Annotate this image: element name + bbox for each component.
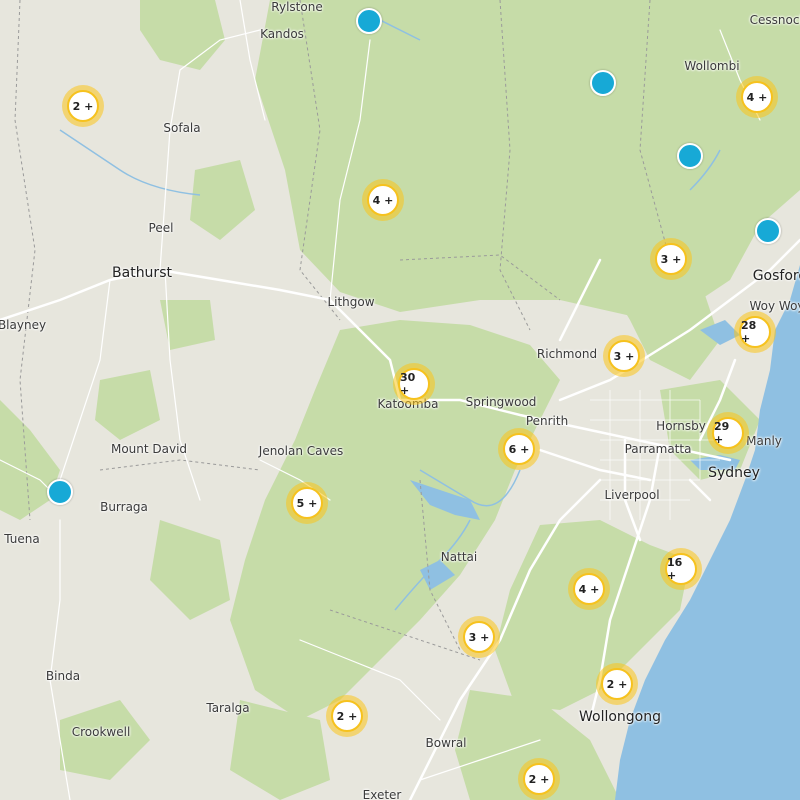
cluster-marker[interactable]: 2 + [326,695,368,737]
cluster-marker[interactable]: 5 + [286,482,328,524]
place-label-peel: Peel [148,221,174,235]
cluster-count: 3 + [655,243,687,275]
place-label-penrith: Penrith [525,414,569,428]
cluster-count: 4 + [573,573,605,605]
cluster-marker[interactable]: 29 + [707,412,749,454]
cluster-count: 2 + [67,90,99,122]
place-label-rylstone: Rylstone [271,0,323,14]
cluster-marker[interactable]: 2 + [62,85,104,127]
location-marker[interactable] [677,143,703,169]
place-label-wollombi: Wollombi [684,59,740,73]
cluster-marker[interactable]: 2 + [596,663,638,705]
place-label-richmond: Richmond [536,347,598,361]
cluster-count: 2 + [523,763,555,795]
place-label-springwood: Springwood [465,395,537,409]
cluster-marker[interactable]: 2 + [518,758,560,800]
cluster-marker[interactable]: 3 + [650,238,692,280]
place-label-hornsby: Hornsby [656,419,706,433]
cluster-count: 2 + [601,668,633,700]
place-label-mount-david: Mount David [110,442,188,456]
cluster-marker[interactable]: 16 + [660,548,702,590]
place-label-sydney: Sydney [708,465,760,481]
place-label-manly: Manly [746,434,782,448]
cluster-marker[interactable]: 4 + [736,76,778,118]
place-label-blayney: Blayney [0,318,47,332]
location-marker[interactable] [590,70,616,96]
cluster-count: 3 + [463,621,495,653]
map-view[interactable]: Rylstone Kandos Cessnock Wollombi Sofala… [0,0,800,800]
cluster-count: 16 + [665,553,697,585]
place-label-lithgow: Lithgow [327,295,375,309]
place-label-kandos: Kandos [260,27,304,41]
cluster-count: 28 + [739,316,771,348]
cluster-count: 4 + [741,81,773,113]
location-marker[interactable] [356,8,382,34]
cluster-marker[interactable]: 3 + [458,616,500,658]
cluster-marker[interactable]: 6 + [498,428,540,470]
cluster-count: 5 + [291,487,323,519]
place-label-burraga: Burraga [100,500,148,514]
place-label-gosford: Gosford [752,268,800,284]
cluster-marker[interactable]: 3 + [603,335,645,377]
cluster-count: 3 + [608,340,640,372]
place-label-nattai: Nattai [440,550,478,564]
place-label-jenolan-caves: Jenolan Caves [258,444,344,458]
cluster-count: 2 + [331,700,363,732]
cluster-marker[interactable]: 4 + [362,179,404,221]
place-label-binda: Binda [45,669,81,683]
location-marker[interactable] [47,479,73,505]
cluster-count: 30 + [398,368,430,400]
place-label-bathurst: Bathurst [112,265,172,281]
place-label-wollongong: Wollongong [578,709,662,725]
place-label-cessnock: Cessnock [749,13,800,27]
place-label-taralga: Taralga [206,701,250,715]
place-label-sofala: Sofala [163,121,201,135]
location-marker[interactable] [755,218,781,244]
cluster-marker[interactable]: 4 + [568,568,610,610]
place-label-parramatta: Parramatta [624,442,692,456]
place-label-crookwell: Crookwell [71,725,131,739]
cluster-marker[interactable]: 30 + [393,363,435,405]
place-label-tuena: Tuena [4,532,40,546]
place-label-exeter: Exeter [362,788,402,800]
cluster-count: 6 + [503,433,535,465]
place-label-liverpool: Liverpool [604,488,660,502]
cluster-marker[interactable]: 28 + [734,311,776,353]
cluster-count: 29 + [712,417,744,449]
place-label-bowral: Bowral [425,736,467,750]
cluster-count: 4 + [367,184,399,216]
